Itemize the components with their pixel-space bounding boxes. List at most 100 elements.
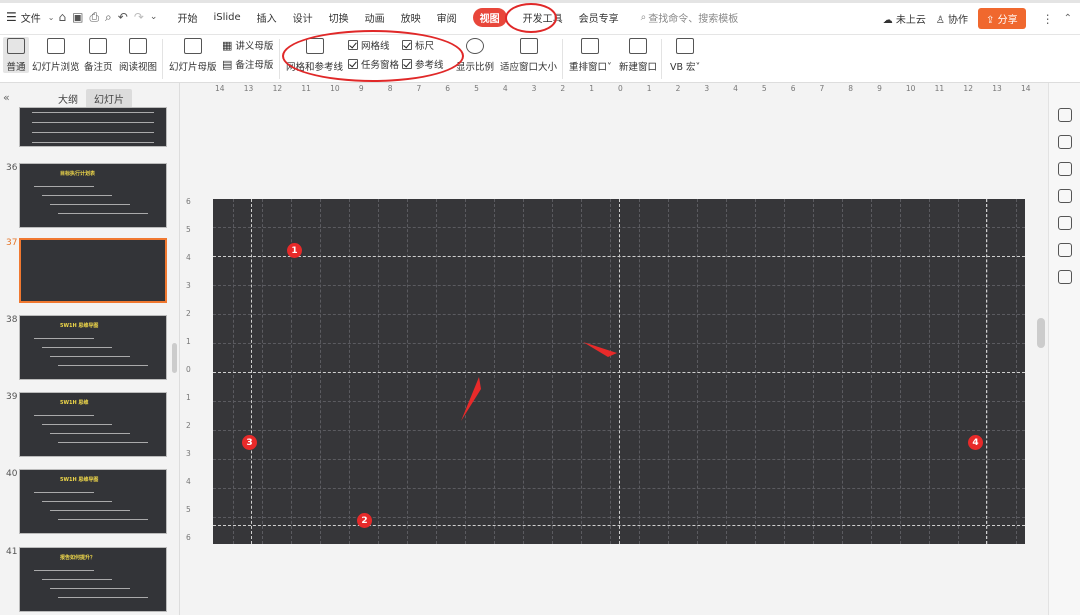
menu-icon[interactable]: ☰: [6, 10, 17, 24]
ruler-tick-label: 6: [186, 533, 191, 542]
horizontal-ruler: 14 13 12 11 10 9 8 7 6 5 4 3 2 1 0 1 2 3 4 5 6 7 8 9 10 11 12 13 14: [213, 83, 1031, 95]
fit-window-button[interactable]: 适应窗口大小: [500, 38, 557, 73]
handout-master-button[interactable]: ▦ 讲义母版: [222, 38, 273, 53]
tab-2[interactable]: 插入: [257, 10, 277, 25]
quick-access: ⌂ ▣ ⎙ ⌕ ↶ ↷ ⌄: [58, 10, 157, 25]
tab-6[interactable]: 放映: [401, 10, 421, 25]
ruler-tick-label: 6: [790, 84, 796, 93]
separator: [661, 39, 662, 79]
ruler-tick-label: 4: [502, 84, 508, 93]
annotation-arrows: [461, 342, 617, 421]
notes-page-button[interactable]: 备注页: [84, 38, 113, 73]
thumbnail-content-line: [42, 424, 112, 425]
slide-canvas[interactable]: 1234: [213, 199, 1025, 544]
star-icon[interactable]: [1058, 162, 1072, 176]
thumbnail-content-line: [58, 597, 148, 598]
table-line: [32, 132, 154, 133]
collapse-ribbon-icon[interactable]: ⌃: [1064, 13, 1072, 24]
slide-thumbnail-35[interactable]: [19, 107, 167, 147]
home-icon[interactable]: ⌂: [58, 10, 66, 24]
tab-3[interactable]: 设计: [293, 10, 313, 25]
settings-icon[interactable]: [1058, 108, 1072, 122]
ruler-tick-label: 3: [704, 84, 710, 93]
slide-thumbnail-40[interactable]: 5W1H 思维导图: [19, 469, 167, 534]
thumbnail-content-line: [50, 204, 130, 205]
undo-icon[interactable]: ↶: [118, 10, 128, 24]
rearrange-label: 重排窗口˅: [569, 62, 612, 73]
ruler-tick-label: 3: [531, 84, 537, 93]
book-icon[interactable]: [1058, 270, 1072, 284]
thumbnail-content-line: [58, 365, 148, 366]
more-icon[interactable]: ⋮: [1042, 12, 1054, 26]
tab-slides[interactable]: 幻灯片: [86, 88, 132, 108]
slide-thumbnail-41[interactable]: 报告如何提升？: [19, 547, 167, 612]
tab-10[interactable]: 会员专享: [579, 10, 619, 25]
slide-thumbnail-title: 5W1H 思维: [60, 400, 89, 406]
file-menu[interactable]: 文件: [21, 10, 41, 25]
slide-thumbnail-36[interactable]: 目标执行计划表: [19, 163, 167, 228]
search-box[interactable]: ⌕ 查找命令、搜索模板: [641, 10, 739, 25]
ruler-tick-label: 2: [186, 421, 191, 430]
new-window-button[interactable]: 新建窗口: [619, 38, 657, 73]
slide-thumbnail-37[interactable]: [19, 238, 167, 303]
table-line: [32, 112, 154, 113]
ruler-tick-label: 11: [301, 84, 311, 93]
copy-icon[interactable]: [1058, 243, 1072, 257]
user-icon: ♙: [935, 15, 945, 26]
print-icon[interactable]: ⎙: [89, 10, 99, 25]
notes-master-button[interactable]: ▤ 备注母版: [222, 57, 273, 72]
slide-thumbnail-title: 5W1H 思维导图: [60, 323, 99, 329]
search-input[interactable]: 查找命令、搜索模板: [648, 10, 738, 25]
slide-browse-button[interactable]: 幻灯片浏览: [32, 38, 80, 73]
ruler-tick-label: 13: [243, 84, 254, 93]
tab-0[interactable]: 开始: [177, 10, 197, 25]
share-icon: ⇪: [986, 15, 995, 26]
slide-thumbnail-39[interactable]: 5W1H 思维: [19, 392, 167, 457]
rocket-icon[interactable]: [1058, 135, 1072, 149]
ruler-tick-label: 5: [761, 84, 767, 93]
slide-number: 37: [6, 238, 18, 248]
ruler-tick-label: 10: [330, 84, 340, 93]
ruler-tick-label: 1: [186, 337, 191, 346]
tab-1[interactable]: iSlide: [213, 12, 240, 23]
thumbnail-content-line: [34, 186, 94, 187]
collapse-pane-icon[interactable]: «: [3, 91, 10, 104]
grid-view-icon: [46, 38, 65, 54]
slide-master-label: 幻灯片母版: [169, 62, 217, 73]
collab-button[interactable]: ♙ 协作: [936, 11, 968, 26]
table-line: [32, 142, 154, 143]
slide-master-button[interactable]: 幻灯片母版: [169, 38, 217, 73]
redo-icon[interactable]: ↷: [134, 10, 144, 24]
chevron-down-icon[interactable]: ⌄: [48, 13, 55, 22]
save-icon[interactable]: ▣: [72, 10, 83, 24]
ruler-tick-label: 2: [186, 309, 191, 318]
slide-thumbnail-38[interactable]: 5W1H 思维导图: [19, 315, 167, 380]
cloud-status[interactable]: ☁ 未上云: [883, 11, 926, 26]
ruler-tick-label: 2: [675, 84, 681, 93]
canvas-scrollbar[interactable]: [1037, 318, 1045, 348]
pane-scrollbar[interactable]: [172, 343, 177, 373]
ruler-tick-label: 1: [186, 393, 191, 402]
customize-icon[interactable]: ⌄: [150, 12, 158, 22]
right-toolbar: [1048, 83, 1080, 615]
vb-macro-button[interactable]: VB 宏˅: [670, 38, 700, 73]
preview-icon[interactable]: ⌕: [105, 10, 112, 25]
window-icon: [581, 38, 600, 54]
location-icon[interactable]: [1058, 216, 1072, 230]
reading-view-button[interactable]: 阅读视图: [119, 38, 157, 73]
thumbnail-content-line: [34, 570, 94, 571]
tab-outline[interactable]: 大纲: [50, 89, 86, 108]
normal-view-button[interactable]: 普通: [3, 37, 29, 73]
share-button[interactable]: ⇪ 分享: [978, 8, 1026, 29]
ruler-tick-label: 12: [963, 84, 973, 93]
image-icon[interactable]: [1058, 189, 1072, 203]
slide-thumbnail-title: 目标执行计划表: [60, 171, 96, 177]
tab-5[interactable]: 动画: [365, 10, 385, 25]
thumbnail-content-line: [58, 442, 148, 443]
tab-7[interactable]: 审阅: [437, 10, 457, 25]
ribbon-tabs: 开始 iSlide 插入 设计 切换 动画 放映 审阅 视图 开发工具 会员专享: [169, 7, 626, 27]
tab-4[interactable]: 切换: [329, 10, 349, 25]
rearrange-window-button[interactable]: 重排窗口˅: [569, 38, 612, 73]
tab-8[interactable]: 视图: [472, 7, 507, 27]
slide-number: 39: [6, 392, 18, 402]
